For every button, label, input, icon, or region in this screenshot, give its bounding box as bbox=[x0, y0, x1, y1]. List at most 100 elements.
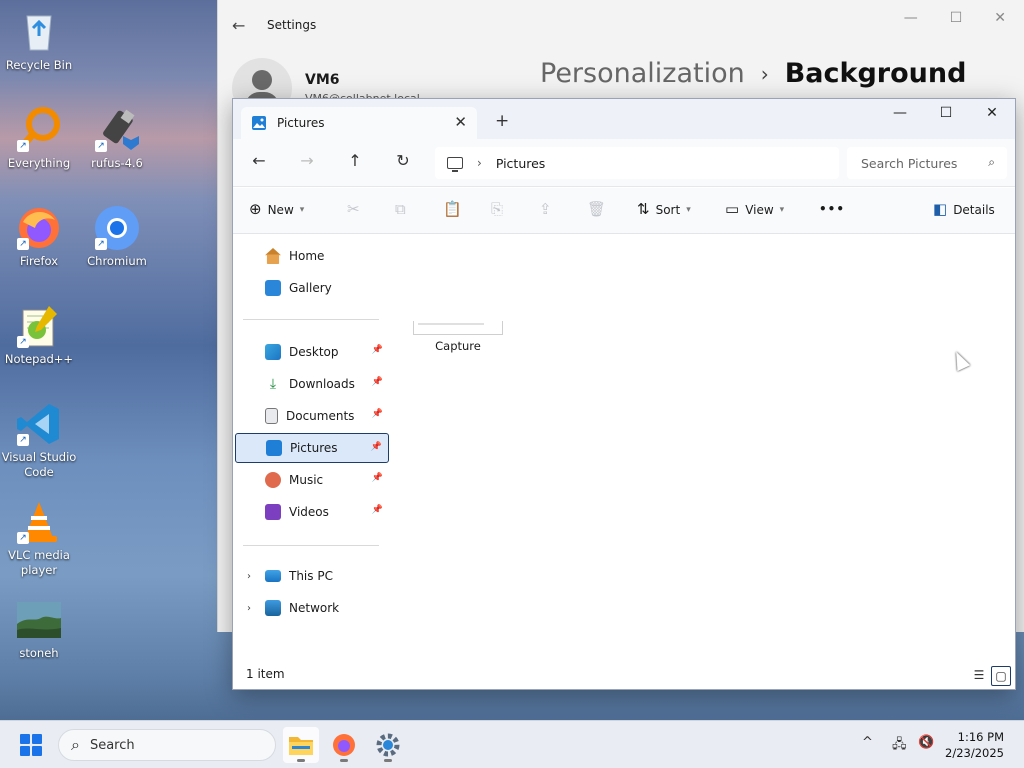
desktop-icon-rufus[interactable]: ↗ rufus-4.6 bbox=[75, 106, 159, 171]
file-name[interactable]: Capture bbox=[413, 339, 503, 353]
pin-icon[interactable]: 📌 bbox=[372, 345, 383, 355]
minimize-icon[interactable]: — bbox=[877, 99, 923, 129]
view-icon: ▭ bbox=[725, 200, 740, 218]
details-view-icon[interactable]: ☰ bbox=[969, 666, 989, 686]
share-button[interactable]: ⇪ bbox=[539, 202, 552, 217]
taskbar-settings[interactable] bbox=[370, 727, 406, 763]
file-thumbnail[interactable] bbox=[413, 321, 503, 335]
pictures-folder-icon bbox=[252, 116, 266, 130]
title-bar[interactable]: Pictures ✕ + — ☐ ✕ bbox=[233, 99, 1015, 139]
sidebar-item-this-pc[interactable]: › This PC bbox=[235, 561, 389, 591]
sidebar-item-music[interactable]: Music 📌 bbox=[235, 465, 389, 495]
tab-label: Pictures bbox=[277, 116, 325, 130]
pin-icon[interactable]: 📌 bbox=[372, 505, 383, 515]
chromium-icon: ↗ bbox=[93, 204, 141, 252]
sidebar-item-label: Pictures bbox=[290, 441, 338, 455]
chevron-right-icon[interactable]: › bbox=[247, 603, 251, 614]
pin-icon[interactable]: 📌 bbox=[371, 442, 382, 452]
maximize-icon[interactable]: ☐ bbox=[923, 99, 969, 129]
desktop-icon-firefox[interactable]: ↗ Firefox bbox=[0, 204, 81, 269]
address-bar[interactable]: › Pictures bbox=[435, 147, 839, 179]
sidebar-item-pictures[interactable]: Pictures 📌 bbox=[235, 433, 389, 463]
close-icon[interactable]: ✕ bbox=[969, 99, 1015, 129]
desktop-icon-stoneh[interactable]: stoneh bbox=[0, 600, 81, 661]
file-explorer-window[interactable]: Pictures ✕ + — ☐ ✕ ← → ↑ ↻ › Pictures Se… bbox=[232, 98, 1016, 690]
recycle-bin-icon bbox=[15, 8, 63, 56]
address-location[interactable]: Pictures bbox=[496, 156, 546, 171]
windows-logo-tile bbox=[20, 746, 30, 756]
system-clock[interactable]: 1:16 PM 2/23/2025 bbox=[945, 729, 1004, 761]
details-label: Details bbox=[953, 202, 995, 217]
pin-icon[interactable]: 📌 bbox=[372, 409, 383, 419]
new-tab-icon[interactable]: + bbox=[495, 111, 509, 131]
notepad-plus-plus-icon: ↗ bbox=[15, 302, 63, 350]
delete-button[interactable]: 🗑 bbox=[587, 202, 606, 217]
close-icon[interactable]: ✕ bbox=[994, 10, 1006, 26]
shortcut-arrow-icon: ↗ bbox=[17, 434, 29, 446]
sidebar-item-label: Videos bbox=[289, 505, 329, 519]
desktop-icon-notepad-plus-plus[interactable]: ↗ Notepad++ bbox=[0, 302, 81, 367]
pin-icon[interactable]: 📌 bbox=[372, 473, 383, 483]
maximize-icon[interactable]: ☐ bbox=[950, 10, 963, 26]
sort-button[interactable]: ⇅ Sort ▾ bbox=[637, 202, 691, 217]
minimize-icon[interactable]: — bbox=[904, 10, 918, 26]
taskbar-file-explorer[interactable] bbox=[283, 727, 319, 763]
everything-icon: ↗ bbox=[15, 106, 63, 154]
forward-arrow-icon[interactable]: → bbox=[295, 151, 319, 170]
gear-icon bbox=[376, 733, 400, 757]
close-tab-icon[interactable]: ✕ bbox=[454, 113, 467, 131]
copy-button[interactable]: ⧉ bbox=[395, 202, 406, 217]
new-button[interactable]: ⊕ New ▾ bbox=[249, 202, 304, 217]
rename-button[interactable]: ⎘ bbox=[491, 202, 503, 217]
gallery-icon bbox=[265, 280, 281, 296]
paste-button[interactable]: 📋 bbox=[443, 202, 462, 217]
plus-circle-icon: ⊕ bbox=[249, 200, 262, 218]
cut-button[interactable]: ✂ bbox=[347, 202, 360, 217]
shortcut-arrow-icon: ↗ bbox=[17, 336, 29, 348]
see-more-button[interactable]: ••• bbox=[819, 202, 845, 216]
pin-icon[interactable]: 📌 bbox=[372, 377, 383, 387]
view-button[interactable]: ▭ View ▾ bbox=[725, 202, 784, 217]
sidebar-item-desktop[interactable]: Desktop 📌 bbox=[235, 337, 389, 367]
network-status-icon[interactable]: 🖧 bbox=[892, 735, 907, 757]
navigation-pane: Home Gallery Desktop 📌 ⤓ Downloads 📌 Doc… bbox=[233, 235, 393, 663]
back-arrow-icon[interactable]: ← bbox=[232, 16, 245, 35]
tab-pictures[interactable]: Pictures ✕ bbox=[241, 107, 477, 139]
sidebar-item-network[interactable]: › Network bbox=[235, 593, 389, 623]
chevron-right-icon[interactable]: › bbox=[477, 156, 482, 170]
firefox-icon: ↗ bbox=[15, 204, 63, 252]
shortcut-arrow-icon: ↗ bbox=[17, 140, 29, 152]
taskbar-search[interactable]: ⌕ Search bbox=[58, 729, 276, 761]
up-arrow-icon[interactable]: ↑ bbox=[343, 151, 367, 170]
desktop-icon-vscode[interactable]: ↗ Visual Studio Code bbox=[0, 400, 81, 480]
details-button[interactable]: ◧ Details bbox=[933, 202, 995, 217]
file-list[interactable]: Capture bbox=[395, 235, 1015, 663]
music-icon bbox=[265, 472, 281, 488]
sidebar-item-documents[interactable]: Documents 📌 bbox=[235, 401, 389, 431]
volume-muted-icon[interactable]: 🔇 bbox=[918, 735, 934, 750]
sidebar-item-label: This PC bbox=[289, 569, 333, 583]
refresh-icon[interactable]: ↻ bbox=[391, 151, 415, 170]
details-pane-icon: ◧ bbox=[933, 200, 948, 218]
breadcrumb-parent[interactable]: Personalization bbox=[540, 58, 745, 89]
desktop-icon-everything[interactable]: ↗ Everything bbox=[0, 106, 81, 171]
rufus-icon: ↗ bbox=[93, 106, 141, 154]
sidebar-item-gallery[interactable]: Gallery bbox=[235, 273, 389, 303]
back-arrow-icon[interactable]: ← bbox=[247, 151, 271, 170]
desktop-icon-vlc[interactable]: ↗ VLC media player bbox=[0, 498, 81, 578]
sidebar-item-videos[interactable]: Videos 📌 bbox=[235, 497, 389, 527]
desktop-icon-chromium[interactable]: ↗ Chromium bbox=[75, 204, 159, 269]
sidebar-item-home[interactable]: Home bbox=[235, 241, 389, 271]
desktop-icon-label: Visual Studio Code bbox=[1, 450, 77, 479]
desktop-icon-recycle-bin[interactable]: Recycle Bin bbox=[0, 8, 81, 73]
chevron-down-icon: ▾ bbox=[686, 204, 691, 215]
sidebar-item-downloads[interactable]: ⤓ Downloads 📌 bbox=[235, 369, 389, 399]
this-pc-icon bbox=[265, 570, 281, 582]
large-icons-view-icon[interactable]: ▢ bbox=[991, 666, 1011, 686]
chevron-up-icon[interactable]: ^ bbox=[862, 735, 873, 750]
start-button[interactable] bbox=[20, 734, 42, 756]
chevron-right-icon[interactable]: › bbox=[247, 571, 251, 582]
taskbar: ⌕ Search ^ 🖧 🔇 1:16 PM 2/23/2025 bbox=[0, 720, 1024, 768]
taskbar-firefox[interactable] bbox=[326, 727, 362, 763]
search-input[interactable]: Search Pictures ⌕ bbox=[847, 147, 1007, 179]
